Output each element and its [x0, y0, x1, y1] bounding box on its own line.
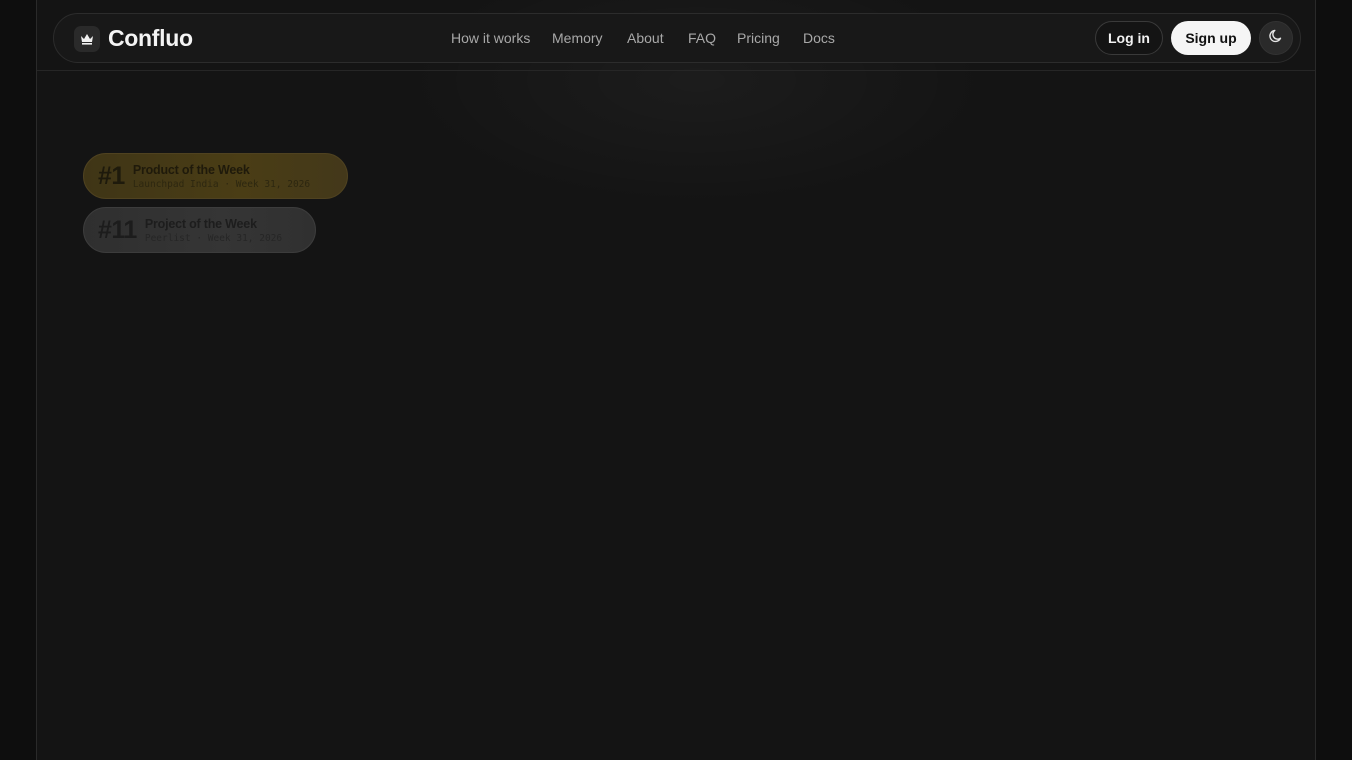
product-of-week-badge[interactable]: #1 Product of the Week Launchpad India ·…: [83, 153, 348, 199]
nav-link-faq[interactable]: FAQ: [688, 30, 716, 46]
badge-subtitle: Peerlist · Week 31, 2026: [144, 232, 283, 244]
nav-link-how-it-works[interactable]: How it works: [451, 30, 530, 46]
brand[interactable]: Confluo: [74, 25, 193, 52]
badge-rank: #1: [98, 161, 125, 190]
project-of-week-badge[interactable]: #11 Project of the Week Peerlist · Week …: [83, 207, 316, 253]
badge-rank: #11: [98, 215, 137, 244]
brand-name: Confluo: [108, 25, 193, 51]
top-navbar: Confluo How it works Memory About FAQ Pr…: [53, 13, 1301, 63]
theme-toggle-button[interactable]: [1259, 21, 1293, 55]
nav-link-docs[interactable]: Docs: [803, 30, 835, 46]
header-divider: [37, 70, 1315, 71]
nav-link-pricing[interactable]: Pricing: [737, 30, 780, 46]
nav-link-memory[interactable]: Memory: [552, 30, 603, 46]
badge-title: Project of the Week: [144, 216, 257, 231]
badge-subtitle: Launchpad India · Week 31, 2026: [132, 178, 311, 190]
login-button[interactable]: Log in: [1095, 21, 1163, 55]
page-frame: Confluo How it works Memory About FAQ Pr…: [36, 0, 1316, 760]
nav-link-about[interactable]: About: [627, 30, 664, 46]
signup-button[interactable]: Sign up: [1171, 21, 1251, 55]
crown-icon: [74, 25, 100, 52]
moon-icon: [1268, 28, 1284, 49]
badge-title: Product of the Week: [132, 162, 250, 177]
